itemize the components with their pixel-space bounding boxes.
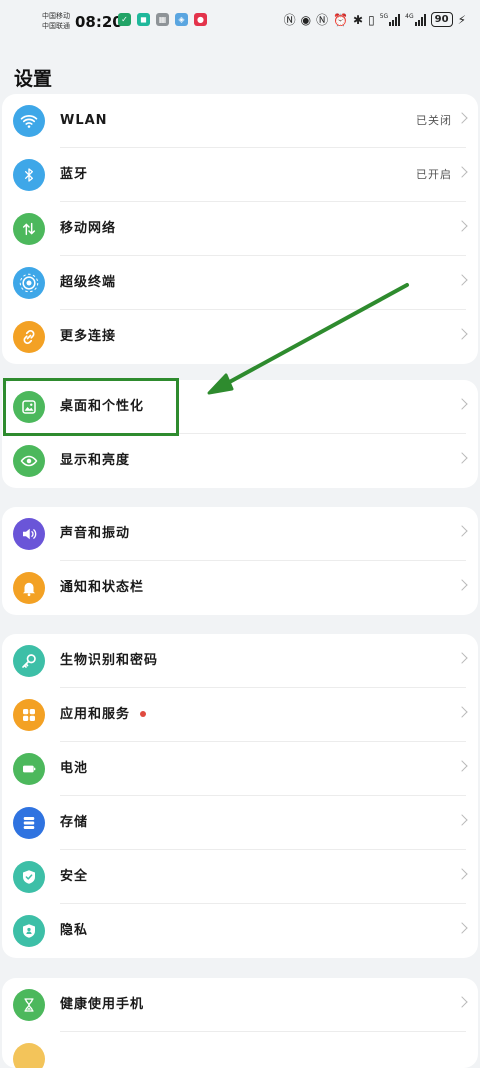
annotation-arrow-icon xyxy=(207,283,409,395)
